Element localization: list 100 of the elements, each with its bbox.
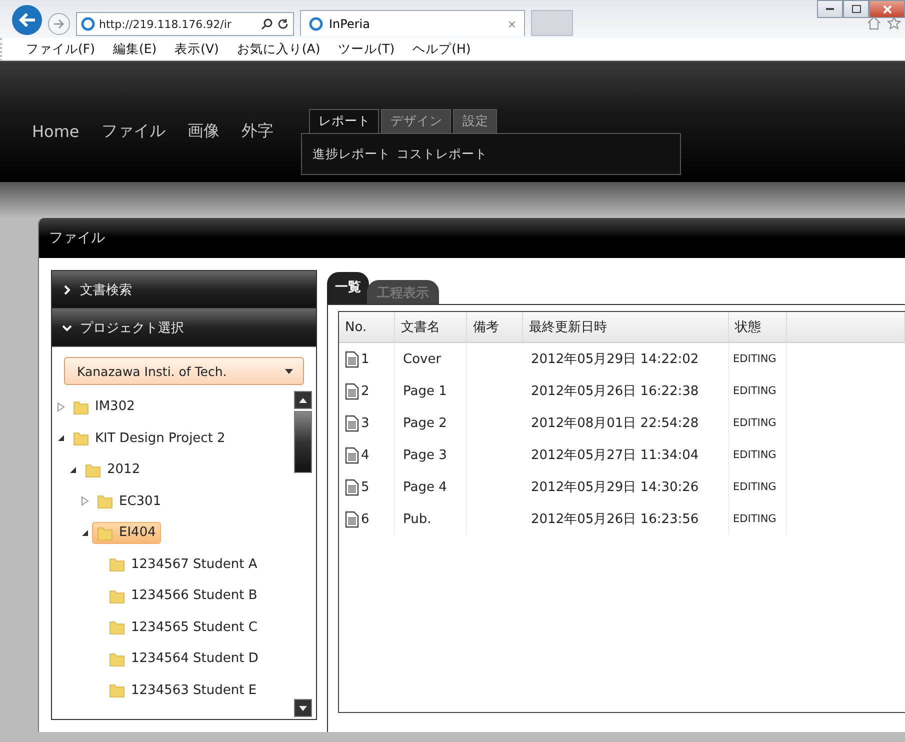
folder-icon	[73, 430, 89, 446]
table-cell: Cover	[395, 343, 467, 375]
nav-link[interactable]: 画像	[187, 120, 220, 142]
column-header[interactable]: 最終更新日時	[523, 312, 729, 343]
expanded-triangle-icon[interactable]	[68, 464, 78, 475]
collapsed-triangle-icon[interactable]	[56, 402, 66, 412]
folder-icon	[85, 462, 101, 478]
collapsed-triangle-icon[interactable]	[80, 496, 90, 506]
folder-icon	[109, 650, 125, 667]
table-cell: 2012年05月29日 14:30:26	[523, 471, 729, 503]
home-icon[interactable]	[867, 16, 881, 30]
close-tab-button[interactable]: ×	[508, 16, 516, 32]
maximize-button[interactable]	[843, 0, 869, 18]
accordion-header[interactable]: 文書検索	[52, 271, 316, 309]
table-cell: EDITING	[729, 503, 787, 535]
table-cell: EDITING	[729, 471, 787, 503]
tree-item[interactable]: KIT Design Project 2	[68, 427, 230, 450]
document-icon	[345, 382, 359, 400]
minimize-icon	[826, 8, 834, 10]
ribbon-link[interactable]: 進捗レポート	[312, 146, 390, 162]
view-tab[interactable]: 一覧	[327, 272, 369, 304]
table-cell: 2012年05月26日 16:22:38	[523, 375, 729, 407]
refresh-icon[interactable]	[277, 18, 289, 30]
up-arrow-icon	[299, 398, 307, 402]
tree-item[interactable]: 1234564 Student D	[104, 648, 264, 670]
column-header[interactable]: 文書名	[395, 312, 467, 343]
table-cell: EDITING	[729, 407, 787, 439]
document-icon	[345, 510, 359, 528]
table-cell: 2012年08月01日 22:54:28	[523, 407, 729, 439]
expanded-triangle-icon[interactable]	[80, 528, 90, 538]
close-window-button[interactable]	[869, 0, 905, 18]
scroll-down-button[interactable]	[294, 699, 312, 717]
menu-item[interactable]: ヘルプ(H)	[412, 40, 471, 58]
table-cell: 6	[339, 503, 395, 535]
tree-item[interactable]: EI404	[92, 522, 161, 544]
ribbon-tab[interactable]: 設定	[453, 109, 498, 133]
ribbon-link[interactable]: コストレポート	[396, 146, 488, 162]
scroll-up-button[interactable]	[294, 391, 312, 409]
chevron-icon	[62, 284, 72, 294]
tree-item[interactable]: 1234565 Student C	[104, 616, 262, 638]
table-cell: 4	[339, 439, 395, 471]
nav-link[interactable]: 外字	[241, 120, 274, 142]
table-cell: Pub.	[395, 503, 467, 535]
document-icon	[345, 446, 359, 464]
tree-item[interactable]: 1234567 Student A	[104, 553, 262, 576]
table-cell: Page 4	[395, 471, 467, 503]
folder-icon	[97, 493, 113, 510]
folder-icon	[97, 524, 113, 541]
tree-item[interactable]: 2012	[80, 458, 146, 481]
folder-icon	[109, 556, 125, 572]
document-icon	[345, 350, 359, 368]
table-cell: Page 3	[395, 439, 467, 471]
star-icon[interactable]	[887, 16, 901, 30]
menu-item[interactable]: 表示(V)	[174, 40, 219, 58]
tree-item[interactable]: 1234566 Student B	[104, 584, 262, 607]
down-arrow-icon	[299, 706, 307, 710]
menu-item[interactable]: ファイル(F)	[26, 40, 95, 58]
column-header[interactable]: 備考	[467, 312, 523, 343]
table-cell: Page 2	[395, 407, 467, 439]
table-cell: EDITING	[729, 439, 787, 471]
ribbon-tab[interactable]: レポート	[309, 109, 380, 133]
table-cell: Page 1	[395, 375, 467, 407]
address-field[interactable]: http://219.118.176.92/ir	[76, 12, 294, 36]
nav-link[interactable]: ファイル	[101, 120, 166, 142]
project-dropdown[interactable]: Kanazawa Insti. of Tech.	[64, 357, 304, 385]
close-icon	[882, 4, 892, 14]
document-icon	[345, 414, 359, 432]
ribbon-tab[interactable]: デザイン	[381, 109, 452, 133]
table-cell: 1	[339, 343, 395, 375]
back-arrow-icon	[18, 12, 36, 28]
table-cell: EDITING	[729, 375, 787, 407]
table-cell: EDITING	[729, 343, 787, 375]
column-header[interactable]: 状態	[729, 312, 787, 343]
minimize-button[interactable]	[817, 0, 843, 18]
menu-item[interactable]: ツール(T)	[338, 40, 395, 58]
folder-icon	[73, 398, 89, 415]
dropdown-caret-icon	[285, 368, 293, 374]
tree-item[interactable]: 1234563 Student E	[104, 679, 262, 702]
document-icon	[345, 478, 359, 496]
forward-button[interactable]	[48, 13, 70, 35]
back-button[interactable]	[12, 5, 42, 35]
menu-item[interactable]: お気に入り(A)	[236, 40, 320, 58]
tree-item[interactable]: IM302	[68, 396, 140, 418]
table-cell: 2	[339, 375, 395, 407]
scrollbar-thumb[interactable]	[294, 411, 312, 473]
folder-icon	[109, 619, 125, 636]
table-cell: 2012年05月27日 11:34:04	[523, 439, 729, 471]
browser-tab[interactable]: InPeria ×	[300, 10, 525, 36]
column-header[interactable]: No.	[339, 312, 395, 343]
panel-title: ファイル	[39, 218, 905, 258]
menu-item[interactable]: 編集(E)	[112, 40, 157, 58]
tree-item[interactable]: EC301	[92, 490, 166, 512]
table-cell: 5	[339, 471, 395, 503]
table-cell: 2012年05月29日 14:22:02	[523, 343, 729, 375]
nav-link[interactable]: Home	[32, 122, 80, 140]
table-cell: 3	[339, 407, 395, 439]
forward-arrow-icon	[53, 19, 65, 29]
expanded-triangle-icon[interactable]	[56, 433, 66, 444]
accordion-header[interactable]: プロジェクト選択	[52, 309, 316, 347]
search-icon[interactable]	[261, 18, 273, 30]
